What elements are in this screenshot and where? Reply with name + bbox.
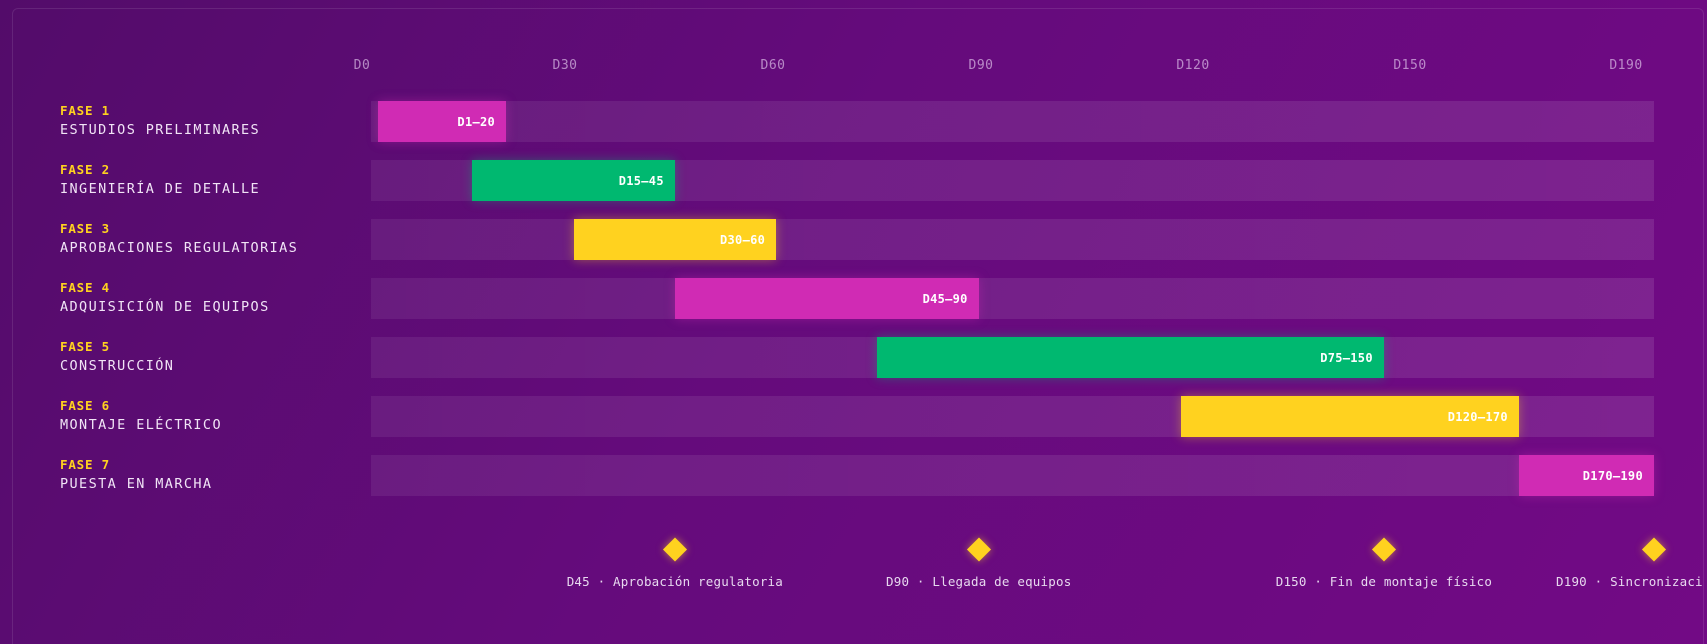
phase-number: FASE 5 — [60, 339, 110, 354]
phase-bar[interactable]: D75–150 — [877, 337, 1384, 378]
x-tick-label: D30 — [552, 58, 578, 73]
phase-label: FASE 6 MONTAJE ELÉCTRICO — [60, 398, 222, 434]
phase-bar[interactable]: D45–90 — [674, 278, 979, 319]
x-tick-label: D0 — [353, 58, 371, 73]
phase-bar-label: D45–90 — [922, 291, 968, 306]
phase-bar-label: D15–45 — [618, 173, 664, 188]
phase-label: FASE 2 INGENIERÍA DE DETALLE — [60, 162, 260, 198]
phase-label: FASE 3 APROBACIONES REGULATORIAS — [60, 221, 298, 257]
milestone-label: D45 · Aprobación regulatoria — [566, 574, 784, 589]
phase-bar[interactable]: D1–20 — [377, 101, 507, 142]
phase-name: MONTAJE ELÉCTRICO — [60, 417, 222, 433]
x-tick-label: D90 — [968, 58, 994, 73]
phase-number: FASE 2 — [60, 162, 110, 177]
x-tick-label: D190 — [1609, 58, 1643, 73]
phase-name: INGENIERÍA DE DETALLE — [60, 181, 261, 197]
phase-name: CONSTRUCCIÓN — [60, 358, 175, 374]
phase-track — [371, 101, 1654, 142]
phase-label: FASE 1 ESTUDIOS PRELIMINARES — [60, 103, 260, 139]
phase-bar-label: D1–20 — [457, 114, 496, 129]
x-tick-label: D60 — [760, 58, 786, 73]
x-tick-label: D150 — [1393, 58, 1427, 73]
phase-name: APROBACIONES REGULATORIAS — [60, 240, 299, 256]
phase-bar[interactable]: D170–190 — [1518, 455, 1654, 496]
phase-name: ADQUISICIÓN DE EQUIPOS — [60, 299, 270, 315]
phase-bar-label: D120–170 — [1447, 409, 1508, 424]
phase-bar[interactable]: D120–170 — [1181, 396, 1519, 437]
phase-label: FASE 5 CONSTRUCCIÓN — [60, 339, 174, 375]
phase-name: PUESTA EN MARCHA — [60, 476, 213, 492]
phase-bar-label: D75–150 — [1320, 350, 1373, 365]
gantt-chart-background: D0 D30 D60 D90 D120 D150 D190 FASE 1 ESTUDIOS P… — [0, 0, 1707, 644]
phase-track — [371, 219, 1654, 260]
phase-number: FASE 4 — [60, 280, 110, 295]
phase-number: FASE 3 — [60, 221, 110, 236]
phase-number: FASE 7 — [60, 457, 110, 472]
milestone-label: D150 · Fin de montaje físico — [1275, 574, 1493, 589]
phase-track — [371, 455, 1654, 496]
phase-bar[interactable]: D15–45 — [472, 160, 675, 201]
milestone-label: D190 · Sincronizació — [1556, 574, 1702, 589]
phase-name: ESTUDIOS PRELIMINARES — [60, 122, 261, 138]
phase-bar[interactable]: D30–60 — [573, 219, 777, 260]
milestone-label: D90 · Llegada de equipos — [886, 574, 1072, 589]
phase-bar-label: D30–60 — [720, 232, 766, 247]
phase-bar-label: D170–190 — [1582, 468, 1643, 483]
phase-number: FASE 1 — [60, 103, 110, 118]
phase-track — [371, 278, 1654, 319]
phase-label: FASE 7 PUESTA EN MARCHA — [60, 457, 212, 493]
phase-label: FASE 4 ADQUISICIÓN DE EQUIPOS — [60, 280, 270, 316]
x-tick-label: D120 — [1176, 58, 1210, 73]
phase-number: FASE 6 — [60, 398, 110, 413]
